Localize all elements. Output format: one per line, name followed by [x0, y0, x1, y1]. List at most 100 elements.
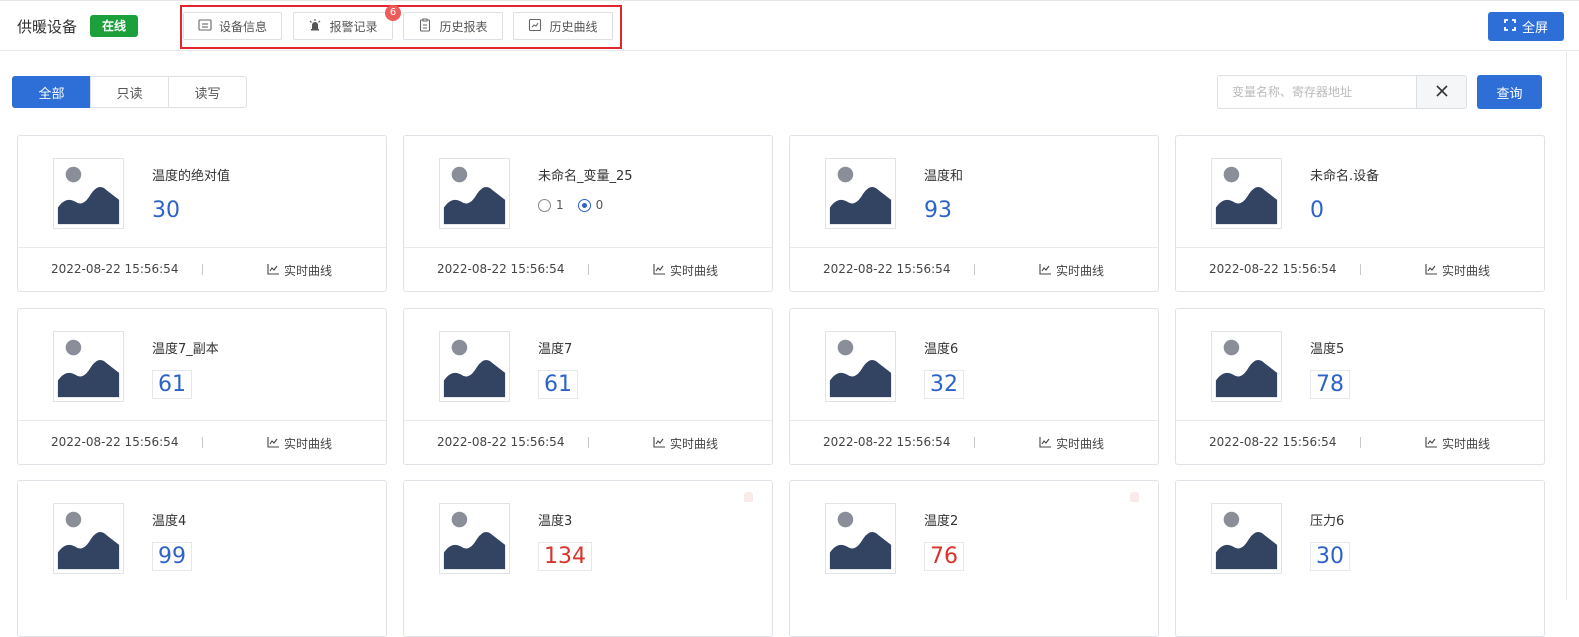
card-divider: [1176, 420, 1544, 421]
variable-card[interactable]: 压力6 30: [1175, 480, 1545, 637]
realtime-curve-label: 实时曲线: [670, 264, 719, 278]
variable-value[interactable]: 32: [924, 370, 964, 399]
variable-value: 93: [924, 198, 952, 223]
top-bar: 供暖设备 在线 设备信息 报警记录 历史报表 历史曲线 6 全屏: [0, 0, 1579, 51]
radio-option[interactable]: 1: [538, 198, 564, 212]
realtime-curve-link[interactable]: 实时曲线: [1425, 262, 1490, 279]
variable-name: 温度的绝对值: [152, 169, 231, 184]
realtime-curve-label: 实时曲线: [1442, 437, 1491, 451]
variable-value[interactable]: 78: [1310, 370, 1350, 399]
scrollbar-track[interactable]: [1566, 52, 1567, 600]
separator: [588, 437, 589, 448]
image-placeholder-icon: [53, 331, 124, 402]
card-divider: [404, 420, 772, 421]
radio-option[interactable]: 0: [577, 198, 604, 212]
variable-value: 0: [1310, 198, 1324, 223]
query-button[interactable]: 查询: [1477, 75, 1542, 109]
variable-value[interactable]: 134: [538, 542, 592, 571]
update-time: 2022-08-22 15:56:54: [823, 435, 951, 449]
variable-name: 温度3: [538, 514, 573, 529]
clear-button[interactable]: [1416, 75, 1467, 109]
tab-alarm-records[interactable]: 报警记录: [293, 12, 393, 40]
update-time: 2022-08-22 15:56:54: [437, 262, 565, 276]
update-time: 2022-08-22 15:56:54: [437, 435, 565, 449]
image-placeholder-icon: [825, 158, 896, 229]
line-chart-icon: [653, 263, 666, 278]
variable-name: 温度7_副本: [152, 342, 219, 357]
line-chart-icon: [1425, 263, 1438, 278]
variable-card[interactable]: 未命名.设备 0 2022-08-22 15:56:54 实时曲线: [1175, 135, 1545, 292]
update-time: 2022-08-22 15:56:54: [51, 435, 179, 449]
tab-label: 设备信息: [218, 19, 267, 34]
variable-value[interactable]: 30: [1310, 542, 1350, 571]
variable-card[interactable]: 温度7 61 2022-08-22 15:56:54 实时曲线: [403, 308, 773, 465]
line-chart-icon: [1039, 263, 1052, 278]
separator: [1360, 264, 1361, 275]
realtime-curve-label: 实时曲线: [284, 264, 333, 278]
card-divider: [404, 247, 772, 248]
separator: [974, 264, 975, 275]
tab-device-info[interactable]: 设备信息: [183, 12, 282, 40]
variable-card[interactable]: 温度5 78 2022-08-22 15:56:54 实时曲线: [1175, 308, 1545, 465]
image-placeholder-icon: [53, 503, 124, 574]
filter-readwrite[interactable]: 读写: [168, 76, 247, 108]
curve-icon: [528, 18, 542, 35]
variable-card[interactable]: 未命名_变量_25 1 0 2022-08-22 15:56:54 实时曲线: [403, 135, 773, 292]
realtime-curve-link[interactable]: 实时曲线: [267, 262, 332, 279]
variable-value[interactable]: 61: [152, 370, 192, 399]
realtime-curve-link[interactable]: 实时曲线: [1039, 262, 1104, 279]
image-placeholder-icon: [1211, 331, 1282, 402]
value-radio-group: 10: [538, 198, 603, 212]
alarm-marker-icon: [744, 492, 753, 502]
variable-name: 压力6: [1310, 514, 1345, 529]
variable-card[interactable]: 温度3 134: [403, 480, 773, 637]
variable-card[interactable]: 温度2 76: [789, 480, 1159, 637]
tab-label: 历史曲线: [549, 19, 598, 34]
close-icon: [1435, 83, 1449, 102]
realtime-curve-link[interactable]: 实时曲线: [1425, 435, 1490, 452]
card-divider: [18, 420, 386, 421]
variable-card[interactable]: 温度6 32 2022-08-22 15:56:54 实时曲线: [789, 308, 1159, 465]
card-divider: [790, 420, 1158, 421]
device-info-icon: [198, 18, 212, 35]
update-time: 2022-08-22 15:56:54: [51, 262, 179, 276]
variable-name: 未命名_变量_25: [538, 169, 633, 184]
fullscreen-icon: [1504, 18, 1516, 35]
fullscreen-button[interactable]: 全屏: [1488, 12, 1564, 41]
separator: [588, 264, 589, 275]
variable-name: 未命名.设备: [1310, 169, 1380, 184]
alarm-light-icon: [308, 18, 322, 35]
line-chart-icon: [267, 436, 280, 451]
tab-history-curve[interactable]: 历史曲线: [513, 12, 613, 40]
radio-icon: [538, 198, 551, 212]
tab-history-report[interactable]: 历史报表: [403, 12, 503, 40]
image-placeholder-icon: [1211, 158, 1282, 229]
filter-readonly[interactable]: 只读: [90, 76, 169, 108]
card-divider: [18, 247, 386, 248]
variable-name: 温度4: [152, 514, 187, 529]
variable-value: 30: [152, 198, 180, 223]
card-divider: [1176, 247, 1544, 248]
variable-value[interactable]: 61: [538, 370, 578, 399]
realtime-curve-link[interactable]: 实时曲线: [1039, 435, 1104, 452]
search-input[interactable]: [1217, 75, 1417, 109]
radio-label: 0: [595, 198, 604, 212]
line-chart-icon: [267, 263, 280, 278]
realtime-curve-label: 实时曲线: [1056, 264, 1105, 278]
tab-label: 历史报表: [439, 19, 488, 34]
realtime-curve-link[interactable]: 实时曲线: [267, 435, 332, 452]
variable-value[interactable]: 99: [152, 542, 192, 571]
variable-card[interactable]: 温度的绝对值 30 2022-08-22 15:56:54 实时曲线: [17, 135, 387, 292]
variable-card[interactable]: 温度和 93 2022-08-22 15:56:54 实时曲线: [789, 135, 1159, 292]
card-divider: [790, 247, 1158, 248]
realtime-curve-link[interactable]: 实时曲线: [653, 262, 718, 279]
filter-all[interactable]: 全部: [12, 76, 91, 108]
image-placeholder-icon: [1211, 503, 1282, 574]
variable-card[interactable]: 温度7_副本 61 2022-08-22 15:56:54 实时曲线: [17, 308, 387, 465]
variable-name: 温度2: [924, 514, 959, 529]
variable-card[interactable]: 温度4 99: [17, 480, 387, 637]
variable-value[interactable]: 76: [924, 542, 964, 571]
update-time: 2022-08-22 15:56:54: [1209, 435, 1337, 449]
radio-label: 1: [556, 198, 564, 212]
realtime-curve-link[interactable]: 实时曲线: [653, 435, 718, 452]
